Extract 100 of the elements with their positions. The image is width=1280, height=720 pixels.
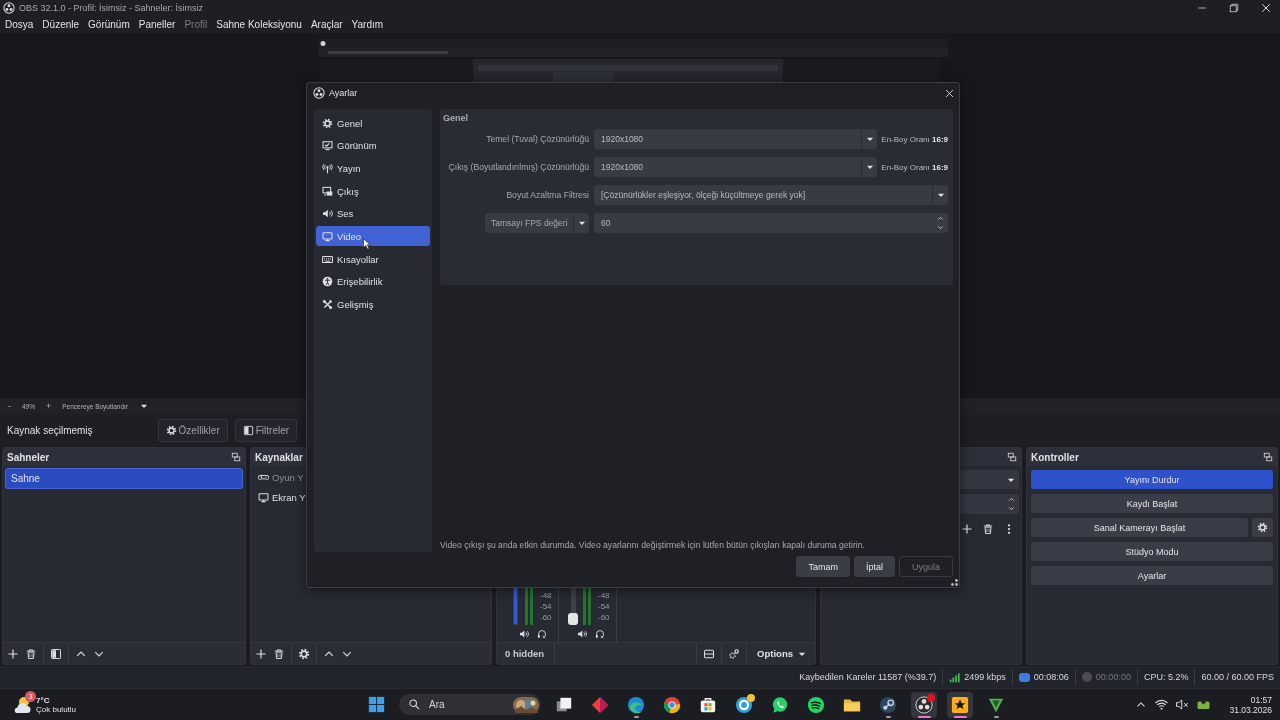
headphones-icon[interactable] <box>537 628 547 639</box>
running-indicator <box>954 715 967 718</box>
spin-field[interactable]: 60 <box>594 213 948 233</box>
cpu-usage: CPU: 5.2% <box>1143 672 1189 682</box>
taskbar-app[interactable] <box>947 691 973 718</box>
layout-icon[interactable] <box>703 647 716 660</box>
bitrate: 2499 kbps <box>964 672 1006 682</box>
undock-icon[interactable] <box>1007 452 1017 462</box>
zoom-out-button[interactable]: - <box>8 401 11 411</box>
dropdown[interactable]: 1920x1080 <box>594 157 878 177</box>
menu-item[interactable]: Araçlar <box>310 18 343 30</box>
segmented-circle-icon <box>663 695 681 714</box>
gears-icon[interactable] <box>728 647 741 660</box>
source-item[interactable]: Oyun Y <box>272 471 304 483</box>
antenna-icon <box>322 162 333 174</box>
zoom-in-button[interactable]: + <box>46 401 52 411</box>
sidebar-item[interactable]: Yayın <box>316 158 430 179</box>
headphones-icon[interactable] <box>595 628 605 639</box>
chat-bubble-icon <box>771 695 789 714</box>
stacked-windows-icon <box>555 695 573 714</box>
panel-title: Kontroller <box>1031 451 1079 463</box>
trash-icon[interactable] <box>982 523 994 535</box>
dropdown[interactable]: 1920x1080 <box>594 129 878 149</box>
trash-icon[interactable] <box>25 647 37 660</box>
settings-button[interactable] <box>1252 518 1273 537</box>
toolbar-button[interactable]: Filtreler <box>234 418 298 442</box>
clock-date[interactable]: 31.03.2026 <box>1229 704 1272 715</box>
gear-icon[interactable] <box>298 647 310 660</box>
control-button[interactable]: Ayarlar <box>1031 566 1273 585</box>
menu-item[interactable]: Dosya <box>5 18 34 30</box>
speaker-icon[interactable] <box>577 628 587 639</box>
menu-item[interactable]: Paneller <box>138 18 176 30</box>
field-label: Çıkış (Boyutlandırılmış) Çözünürlüğü <box>448 162 589 172</box>
tools-icon <box>322 299 333 310</box>
search-icon <box>408 698 421 711</box>
resize-grip-icon <box>948 576 958 586</box>
sound-waves-icon <box>807 695 825 714</box>
temperature: 7°C <box>36 695 51 705</box>
control-button[interactable]: Kaydı Başlat <box>1031 494 1273 513</box>
sidebar-item[interactable]: Çıkış <box>316 181 430 202</box>
control-button[interactable]: Stüdyo Modu <box>1031 542 1273 561</box>
signal-icon <box>949 671 961 683</box>
dialog-button[interactable]: Tamam <box>796 556 850 577</box>
spin-up-icon <box>1007 495 1016 504</box>
running-indicator <box>918 715 931 718</box>
toolbar-button[interactable]: Özellikler <box>157 418 228 442</box>
wifi-icon[interactable] <box>1154 697 1170 712</box>
gear-icon <box>322 117 333 129</box>
tick-label: -60 <box>540 613 552 622</box>
tick-label: -54 <box>598 602 610 611</box>
plus-icon[interactable] <box>961 523 973 535</box>
menu-item[interactable]: Görünüm <box>88 18 130 30</box>
sidebar-item[interactable]: Görünüm <box>316 135 430 156</box>
menu-item[interactable]: Sahne Koleksiyonu <box>216 18 302 30</box>
undock-icon[interactable] <box>231 452 241 462</box>
clock-time[interactable]: 01:57 <box>1250 694 1272 705</box>
fps-counter: 60.00 / 60.00 FPS <box>1201 672 1274 682</box>
filter-icon[interactable] <box>50 647 62 660</box>
hidden-count: 0 hidden <box>504 648 546 659</box>
sidebar-item[interactable]: Video <box>316 226 430 247</box>
options-button[interactable]: Options <box>753 648 811 659</box>
plus-icon[interactable] <box>7 647 19 660</box>
running-indicator <box>886 715 891 718</box>
aspect-ratio: En-Boy Oranı 16:9 <box>881 134 948 144</box>
speaker-icon[interactable] <box>519 628 529 639</box>
close-icon[interactable] <box>944 87 955 99</box>
control-button[interactable]: Sanal Kamerayı Başlat <box>1031 518 1248 537</box>
plus-icon[interactable] <box>255 647 267 660</box>
tick-label: -48 <box>598 591 610 600</box>
speaker-icon <box>322 208 333 220</box>
menu-item[interactable]: Yardım <box>351 18 384 30</box>
search-button[interactable]: Ara <box>399 694 541 715</box>
undock-icon[interactable] <box>1263 452 1273 462</box>
sidebar-item[interactable]: Kısayollar <box>316 249 430 270</box>
star-tile-icon <box>951 695 969 714</box>
cursor-icon <box>362 238 374 250</box>
windows-logo-icon[interactable] <box>368 696 385 713</box>
sidebar-item[interactable]: Erişebilirlik <box>316 271 430 292</box>
dialog-button[interactable]: İptal <box>853 556 895 577</box>
menu-item[interactable]: Düzenle <box>42 18 80 30</box>
group-title: Genel <box>443 113 469 125</box>
taskbar-app[interactable] <box>911 691 937 718</box>
close-icon[interactable] <box>1260 1 1272 14</box>
notice-text: Video çıkışı şu anda etkin durumda. Video ayarlarını değiştirmek için lütfen bütün çıkışları kapalı duruma getirin. <box>440 540 866 552</box>
fader-handle[interactable] <box>568 613 578 625</box>
dropdown[interactable]: [Çözünürlükler eşleşiyor, ölçeği küçültmeye gerek yok] <box>594 185 948 205</box>
sidebar-item[interactable]: Ses <box>316 203 430 224</box>
control-button[interactable]: Yayını Durdur <box>1031 470 1273 489</box>
weather-condition: Çok bulutlu <box>36 704 77 714</box>
trash-icon[interactable] <box>273 647 285 660</box>
sidebar-item[interactable]: Genel <box>316 113 430 133</box>
linked-circles-icon <box>879 695 897 714</box>
sidebar-item[interactable]: Gelişmiş <box>316 294 430 315</box>
monitor-icon <box>322 230 333 242</box>
restore-icon[interactable] <box>1228 1 1240 14</box>
scene-item[interactable]: Sahne <box>5 468 243 489</box>
aspect-ratio: En-Boy Oranı 16:9 <box>881 162 948 172</box>
dropdown[interactable]: Tamsayı FPS değeri <box>485 213 589 233</box>
muted-speaker-icon[interactable] <box>1175 697 1191 712</box>
source-item[interactable]: Ekran Y <box>272 491 306 503</box>
